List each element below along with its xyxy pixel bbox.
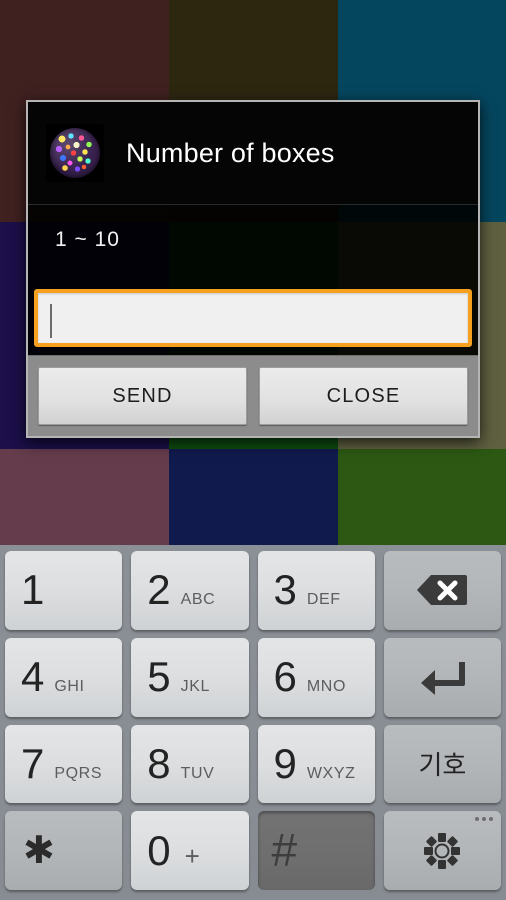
bg-cell-bot-left [0,449,169,545]
backspace-icon [417,575,468,606]
number-input-wrapper[interactable] [34,289,472,347]
key-5-letters: JKL [180,678,210,696]
dialog-message: 1 ~ 10 [55,228,120,251]
send-button[interactable]: SEND [38,367,247,425]
key-settings[interactable] [383,811,501,890]
key-3[interactable]: 3 DEF [257,551,375,630]
dialog-titlebar: Number of boxes [28,102,478,205]
key-6[interactable]: 6 MNO [257,637,375,717]
number-input[interactable] [38,293,468,343]
key-3-letters: DEF [306,591,341,609]
dialog-button-bar: SEND CLOSE [28,355,478,436]
more-options-dots-icon [475,817,493,822]
key-8-digit: 8 [147,739,171,787]
key-backspace[interactable] [383,551,501,630]
key-0[interactable]: 0 + [131,811,249,890]
key-asterisk[interactable]: ✱ [5,811,123,890]
bg-cell-bot-right [338,449,506,545]
close-button[interactable]: CLOSE [259,367,468,425]
numeric-keypad: 1 2 ABC 3 DEF 4 GHI 5 JKL 6 MNO 7 PQRS 8… [0,545,506,900]
input-dialog: Number of boxes 1 ~ 10 SEND CLOSE [26,100,480,438]
key-enter[interactable] [383,637,501,717]
dialog-body: 1 ~ 10 [28,205,478,355]
key-7-digit: 7 [21,739,45,787]
key-hash[interactable]: # [257,811,375,890]
key-5[interactable]: 5 JKL [131,637,249,717]
enter-return-icon [421,662,466,696]
key-1-digit: 1 [21,566,45,614]
key-4-digit: 4 [21,653,45,701]
key-8[interactable]: 8 TUV [131,724,249,804]
dialog-title: Number of boxes [126,137,335,168]
key-0-plus: + [184,840,200,871]
key-8-letters: TUV [180,764,215,782]
key-5-digit: 5 [147,653,171,701]
bg-cell-bot-center [169,449,338,545]
key-symbol[interactable]: 기호 [383,724,501,804]
key-2-digit: 2 [147,566,171,614]
key-6-digit: 6 [273,653,297,701]
key-9[interactable]: 9 WXYZ [257,724,375,804]
key-1[interactable]: 1 [5,551,123,630]
text-caret [50,304,52,338]
key-2[interactable]: 2 ABC [131,551,249,630]
key-9-digit: 9 [273,739,297,787]
mosaic-ball-icon [46,124,104,182]
key-7-letters: PQRS [54,764,103,782]
key-6-letters: MNO [306,678,346,696]
key-asterisk-label: ✱ [23,829,55,872]
gear-icon [424,832,461,869]
key-4[interactable]: 4 GHI [5,637,123,717]
key-symbol-label: 기호 [418,750,467,781]
key-4-letters: GHI [54,678,85,696]
key-hash-label: # [271,823,298,876]
key-2-letters: ABC [180,591,216,609]
key-0-digit: 0 [147,826,171,874]
key-3-digit: 3 [273,566,297,614]
key-9-letters: WXYZ [306,764,356,782]
key-7[interactable]: 7 PQRS [5,724,123,804]
